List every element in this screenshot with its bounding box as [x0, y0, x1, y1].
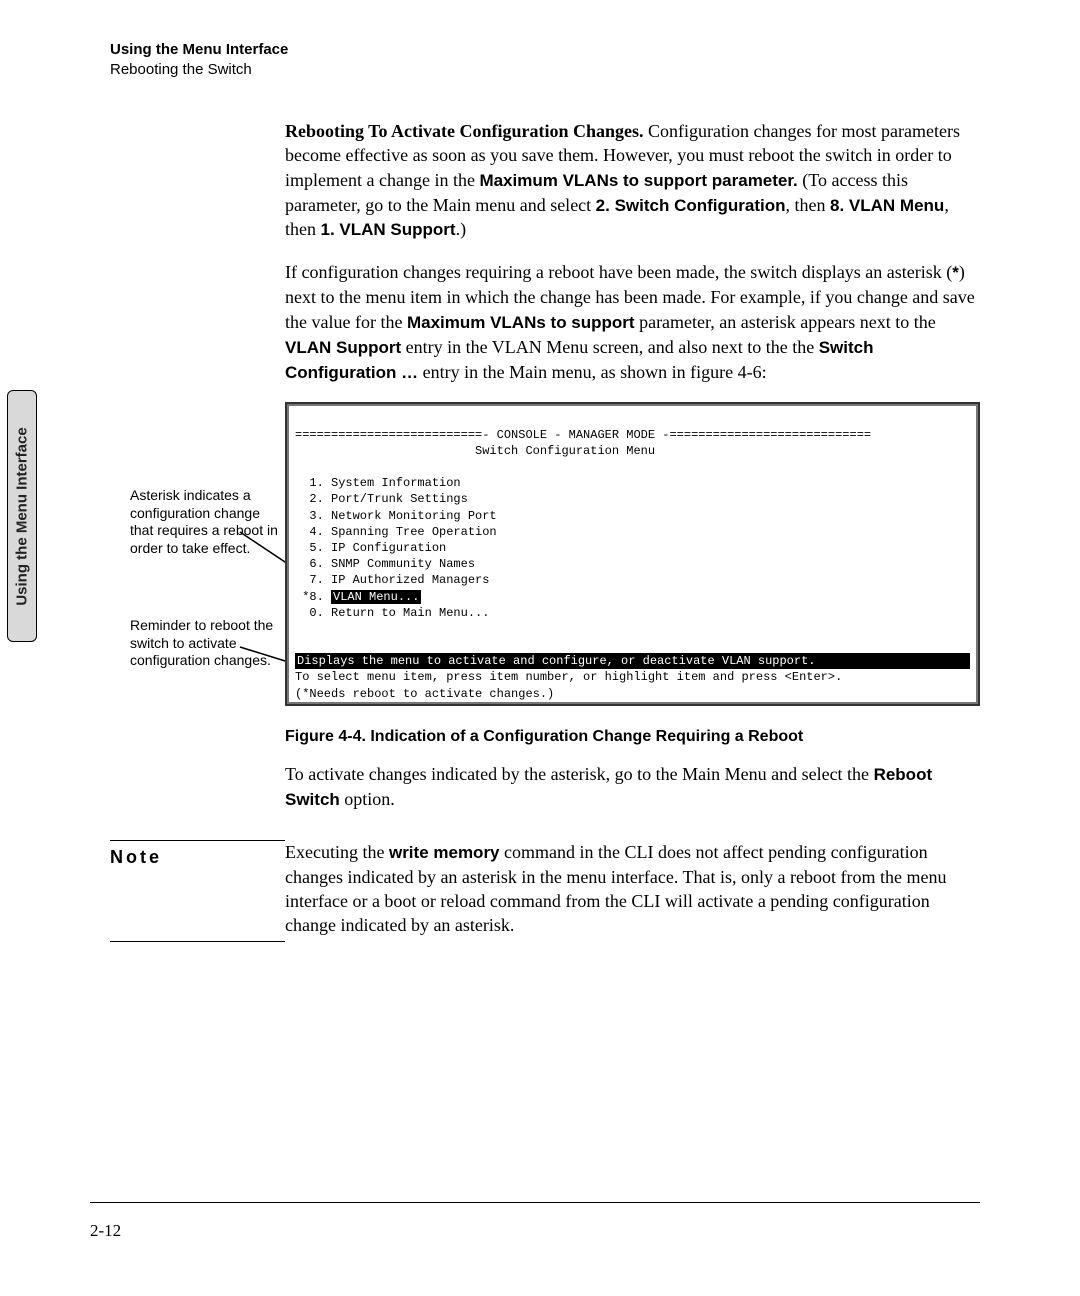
paragraph-reboot-activate: Rebooting To Activate Configuration Chan…: [285, 119, 980, 242]
para3-t1: To activate changes indicated by the ast…: [285, 764, 874, 784]
term-item: 6. SNMP Community Names: [295, 557, 475, 571]
para2-t4: entry in the VLAN Menu screen, and also …: [401, 337, 819, 357]
term-subheader: Switch Configuration Menu: [295, 444, 655, 458]
term-item: 7. IP Authorized Managers: [295, 573, 489, 587]
para1-b1: Maximum VLANs to support parameter.: [479, 171, 797, 190]
para2-t1: If configuration changes requiring a reb…: [285, 262, 952, 282]
term-return: 0. Return to Main Menu...: [295, 606, 489, 620]
page-footer: 2-12: [90, 1202, 980, 1241]
figure-caption: Figure 4-4. Indication of a Configuratio…: [285, 728, 980, 746]
para3-t2: option.: [340, 789, 395, 809]
note-label: Note: [110, 840, 285, 938]
section-tab-label: Using the Menu Interface: [14, 427, 31, 605]
para1-b4: 1. VLAN Support: [321, 220, 456, 239]
term-help1: To select menu item, press item number, …: [295, 670, 842, 684]
page-header-title: Using the Menu Interface: [110, 40, 980, 60]
term-item: 1. System Information: [295, 476, 461, 490]
para2-t5: entry in the Main menu, as shown in figu…: [418, 362, 766, 382]
term-item: 3. Network Monitoring Port: [295, 509, 497, 523]
term-help2: (*Needs reboot to activate changes.): [295, 687, 554, 701]
note-body: Executing the write memory command in th…: [285, 840, 980, 938]
term-item: 2. Port/Trunk Settings: [295, 492, 468, 506]
note-b1: write memory: [389, 843, 500, 862]
para1-t5: .): [456, 219, 467, 239]
term-item: 4. Spanning Tree Operation: [295, 525, 497, 539]
term-vlan-prefix: *8.: [295, 590, 331, 604]
term-item: 5. IP Configuration: [295, 541, 446, 555]
page-header-subtitle: Rebooting the Switch: [110, 60, 980, 80]
paragraph-asterisk: If configuration changes requiring a reb…: [285, 260, 980, 384]
term-statusbar: Displays the menu to activate and config…: [295, 653, 970, 669]
para2-t3: parameter, an asterisk appears next to t…: [635, 312, 936, 332]
page-number: 2-12: [90, 1221, 121, 1240]
para2-b2: Maximum VLANs to support: [407, 313, 635, 332]
para1-b3: 8. VLAN Menu: [830, 196, 944, 215]
para1-b2: 2. Switch Configuration: [596, 196, 786, 215]
note-t1: Executing the: [285, 842, 389, 862]
para1-t3: , then: [786, 195, 831, 215]
para2-b3: VLAN Support: [285, 338, 401, 357]
para2-b1: *: [952, 263, 959, 282]
paragraph-activate: To activate changes indicated by the ast…: [285, 762, 980, 812]
term-vlan: VLAN Menu...: [331, 590, 421, 604]
section-tab: Using the Menu Interface: [7, 390, 37, 642]
term-header: ==========================- CONSOLE - MA…: [295, 428, 871, 442]
para1-lead: Rebooting To Activate Configuration Chan…: [285, 121, 644, 141]
terminal-window: ==========================- CONSOLE - MA…: [285, 402, 980, 705]
